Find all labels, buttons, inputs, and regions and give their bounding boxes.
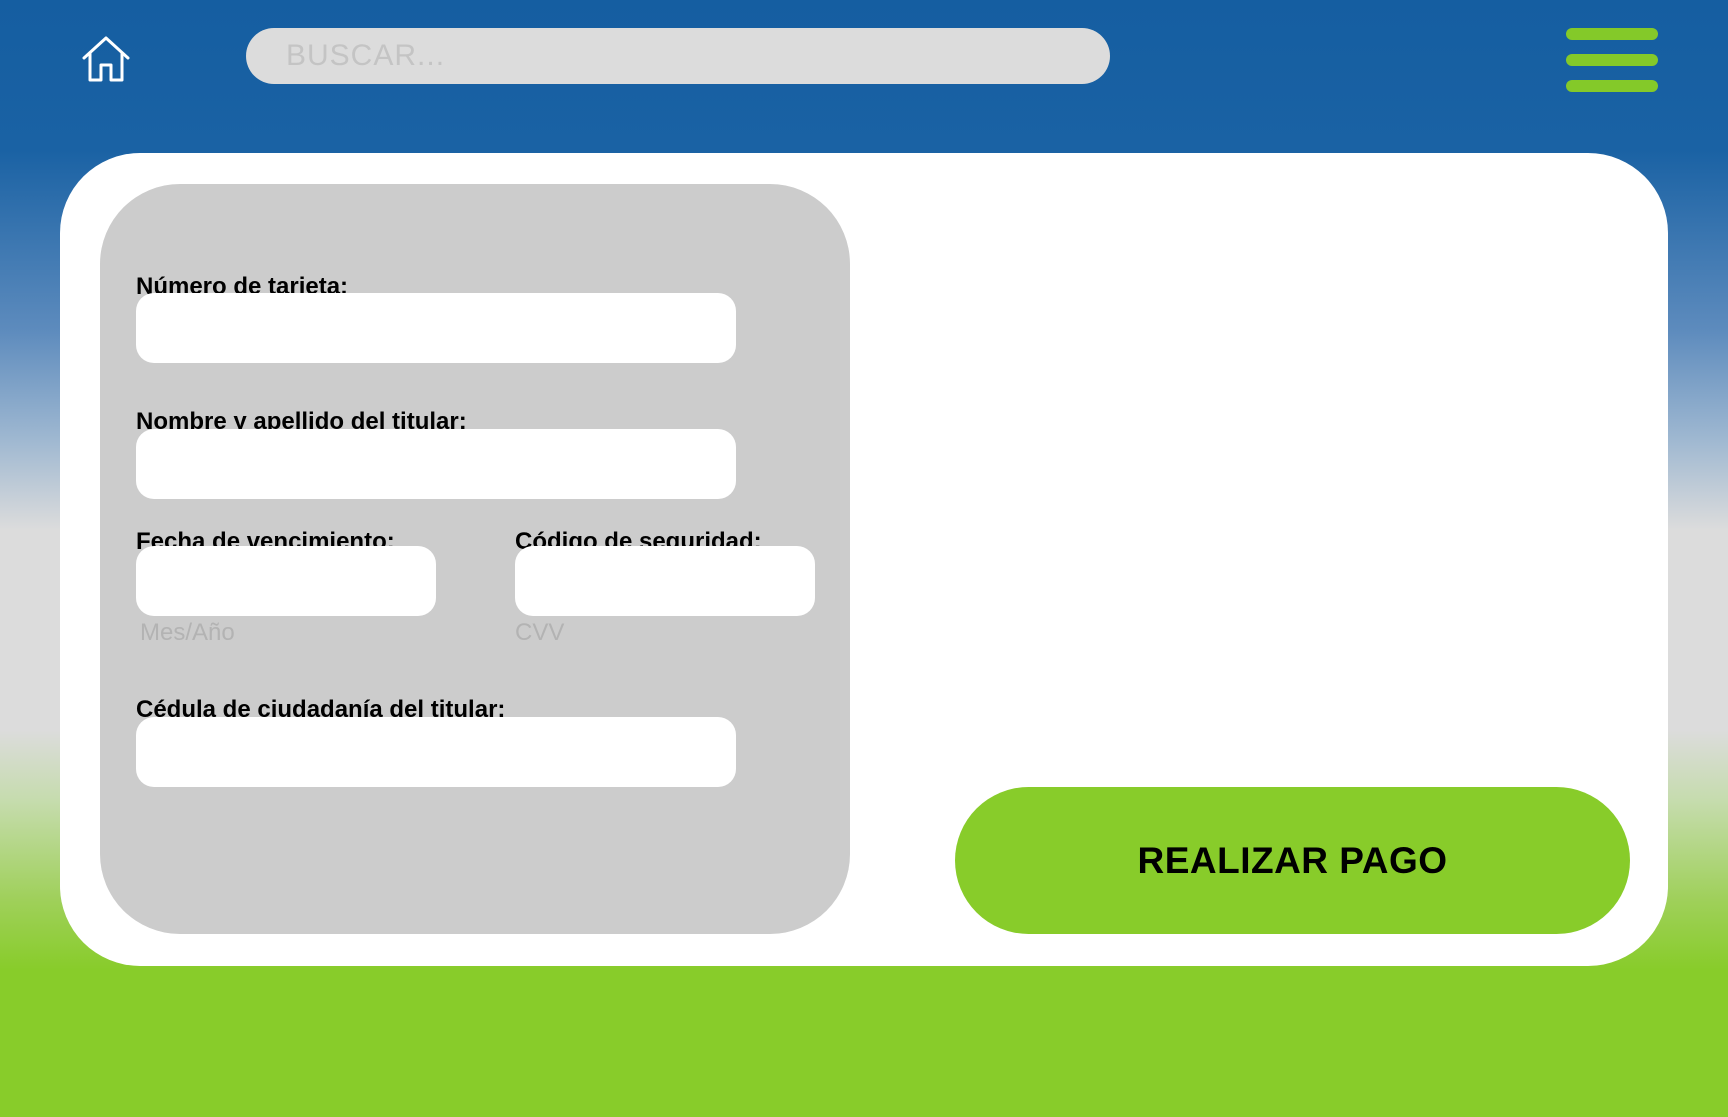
expiry-date-input[interactable] bbox=[136, 546, 436, 616]
payment-form-panel: Número de tarjeta: Nombre y apellido del… bbox=[100, 184, 850, 934]
payment-card: Número de tarjeta: Nombre y apellido del… bbox=[60, 153, 1668, 966]
home-icon bbox=[82, 36, 130, 82]
menu-button[interactable] bbox=[1566, 26, 1658, 94]
expiry-date-hint: Mes/Año bbox=[140, 619, 235, 646]
home-button[interactable] bbox=[80, 34, 132, 84]
security-code-input[interactable] bbox=[515, 546, 815, 616]
menu-bar-bottom bbox=[1566, 80, 1658, 92]
id-number-input[interactable] bbox=[136, 717, 736, 787]
menu-bar-top bbox=[1566, 28, 1658, 40]
holder-name-input[interactable] bbox=[136, 429, 736, 499]
card-number-input[interactable] bbox=[136, 293, 736, 363]
search-input[interactable] bbox=[246, 28, 1110, 84]
menu-bar-middle bbox=[1566, 54, 1658, 66]
security-code-hint: CVV bbox=[515, 619, 565, 646]
make-payment-button[interactable]: REALIZAR PAGO bbox=[955, 787, 1630, 934]
